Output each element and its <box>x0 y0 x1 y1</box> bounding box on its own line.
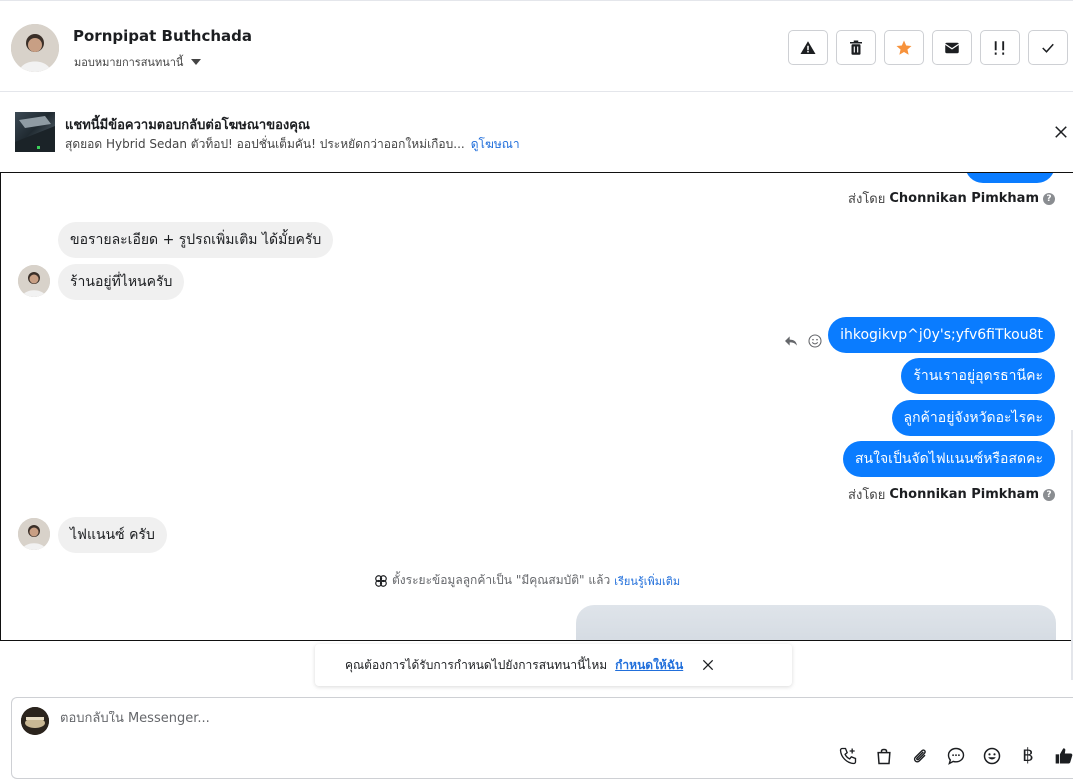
attach-button[interactable] <box>910 746 930 766</box>
ad-reply-banner: แชทนี้มีข้อความตอบกลับต่อโฆษณาของคุณ สุด… <box>0 93 1073 172</box>
help-icon[interactable]: ? <box>1043 192 1055 205</box>
contact-avatar-small <box>18 518 50 550</box>
header-actions <box>788 30 1068 65</box>
sent-by-label: ส่งโดย Chonnikan Pimkham ? <box>848 484 1055 505</box>
message-thread[interactable]: ส่งโดย Chonnikan Pimkham ? ขอรายละเอียด … <box>0 172 1073 641</box>
report-button[interactable] <box>788 30 828 65</box>
ad-banner-description: สุดยอด Hybrid Sedan ตัวท็อป! ออปชั่นเต็ม… <box>65 135 520 154</box>
payment-button[interactable]: ฿ <box>1018 746 1038 766</box>
like-button[interactable] <box>1054 746 1073 766</box>
outgoing-message[interactable]: ร้านเราอยู่อุดรธานีคะ <box>901 358 1055 394</box>
mail-icon <box>944 42 960 53</box>
outgoing-message-partial <box>965 173 1055 183</box>
star-button[interactable] <box>884 30 924 65</box>
warning-icon <box>800 40 816 54</box>
assign-label: มอบหมายการสนทนานี้ <box>74 56 184 69</box>
close-icon[interactable] <box>1052 123 1070 141</box>
emoji-react-icon[interactable] <box>807 333 823 349</box>
lead-stage-icon <box>375 574 387 587</box>
reply-input[interactable] <box>60 711 760 726</box>
toast-text: คุณต้องการได้รับการกำหนดไปยังการสนทนานี้… <box>345 657 608 672</box>
emoji-icon <box>983 747 1001 765</box>
check-icon <box>1042 43 1054 53</box>
page-avatar <box>21 707 49 735</box>
mark-unread-button[interactable] <box>932 30 972 65</box>
message-composer: ฿ <box>11 697 1073 779</box>
assign-to-me-link[interactable]: กำหนดให้ฉัน <box>615 656 683 675</box>
outgoing-message[interactable]: ลูกค้าอยู่จังหวัดอะไรคะ <box>891 400 1055 436</box>
assign-suggestion-toast: คุณต้องการได้รับการกำหนดไปยังการสนทนานี้… <box>315 644 792 686</box>
outgoing-message[interactable]: ihkogikvp^j0y's;yfv6fiTkou8t <box>828 317 1055 353</box>
contact-avatar[interactable] <box>11 24 59 72</box>
view-ad-link[interactable]: ดูโฆษณา <box>471 137 520 151</box>
chevron-down-icon <box>191 59 202 65</box>
sent-by-prefix: ส่งโดย <box>848 192 886 207</box>
sent-by-label: ส่งโดย Chonnikan Pimkham ? <box>848 188 1055 209</box>
follow-up-icon <box>994 40 1005 55</box>
shop-button[interactable] <box>874 746 894 766</box>
image-attachment[interactable] <box>576 605 1056 640</box>
assign-conversation-dropdown[interactable]: มอบหมายการสนทนานี้ <box>74 53 202 71</box>
message-actions <box>783 333 823 349</box>
incoming-message[interactable]: ไฟแนนซ์ ครับ <box>58 517 167 553</box>
close-icon[interactable] <box>701 658 715 672</box>
conversation-header: Pornpipat Buthchada มอบหมายการสนทนานี้ <box>0 0 1073 92</box>
ad-thumbnail <box>15 112 55 152</box>
ad-description-text: สุดยอด Hybrid Sedan ตัวท็อป! ออปชั่นเต็ม… <box>65 137 465 151</box>
sent-by-prefix: ส่งโดย <box>848 488 886 503</box>
ad-banner-title: แชทนี้มีข้อความตอบกลับต่อโฆษณาของคุณ <box>65 118 310 133</box>
delete-button[interactable] <box>836 30 876 65</box>
reply-icon[interactable] <box>783 333 799 349</box>
system-note: ตั้งระยะข้อมูลลูกค้าเป็น "มีคุณสมบัติ" แ… <box>374 571 680 590</box>
help-icon[interactable]: ? <box>1043 488 1055 501</box>
saved-replies-button[interactable] <box>946 746 966 766</box>
shopping-bag-icon <box>877 748 891 765</box>
attachment-icon <box>913 749 926 763</box>
incoming-message[interactable]: ร้านอยู่ที่ไหนครับ <box>58 264 185 300</box>
system-note-text: ตั้งระยะข้อมูลลูกค้าเป็น "มีคุณสมบัติ" แ… <box>392 573 611 587</box>
sender-name: Chonnikan Pimkham <box>889 191 1039 206</box>
trash-icon <box>850 40 862 55</box>
contact-name[interactable]: Pornpipat Buthchada <box>73 27 252 45</box>
chat-bubble-icon <box>947 747 965 765</box>
call-icon <box>839 747 857 765</box>
composer-toolbar: ฿ <box>838 746 1073 766</box>
sender-name: Chonnikan Pimkham <box>889 487 1039 502</box>
emoji-button[interactable] <box>982 746 1002 766</box>
contact-avatar-small <box>18 265 50 297</box>
baht-icon: ฿ <box>1022 745 1034 766</box>
like-icon <box>1055 748 1073 764</box>
incoming-message[interactable]: ขอรายละเอียด + รูปรถเพิ่มเติม ได้มั้ยครั… <box>58 222 334 258</box>
star-icon <box>896 40 912 55</box>
mark-done-button[interactable] <box>1028 30 1068 65</box>
follow-up-button[interactable] <box>980 30 1020 65</box>
outgoing-message[interactable]: สนใจเป็นจัดไฟแนนซ์หรือสดคะ <box>843 441 1055 477</box>
call-button[interactable] <box>838 746 858 766</box>
learn-more-link[interactable]: เรียนรู้เพิ่มเติม <box>614 572 680 590</box>
